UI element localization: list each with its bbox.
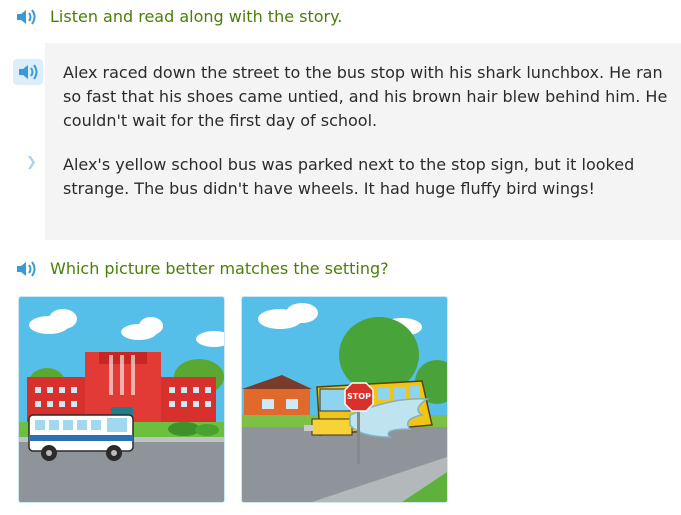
instruction-text: Listen and read along with the story. <box>50 7 343 26</box>
question-speaker-icon[interactable] <box>15 260 37 278</box>
answer-choice-winged-bus-picture[interactable]: STOP <box>241 296 448 503</box>
speaker-icon[interactable] <box>15 8 37 26</box>
chevron-right-icon[interactable]: ❯ <box>26 155 37 170</box>
question-text: Which picture better matches the setting… <box>50 259 389 278</box>
story-paragraph-1: Alex raced down the street to the bus st… <box>63 63 668 130</box>
paragraph-speaker-icon[interactable] <box>17 63 39 81</box>
stop-sign-label: STOP <box>347 392 371 401</box>
school-building-picture <box>19 297 224 502</box>
answer-choice-school-picture[interactable] <box>18 296 225 503</box>
winged-bus-picture <box>242 297 447 502</box>
story-paragraph-2: Alex's yellow school bus was parked next… <box>63 155 635 198</box>
